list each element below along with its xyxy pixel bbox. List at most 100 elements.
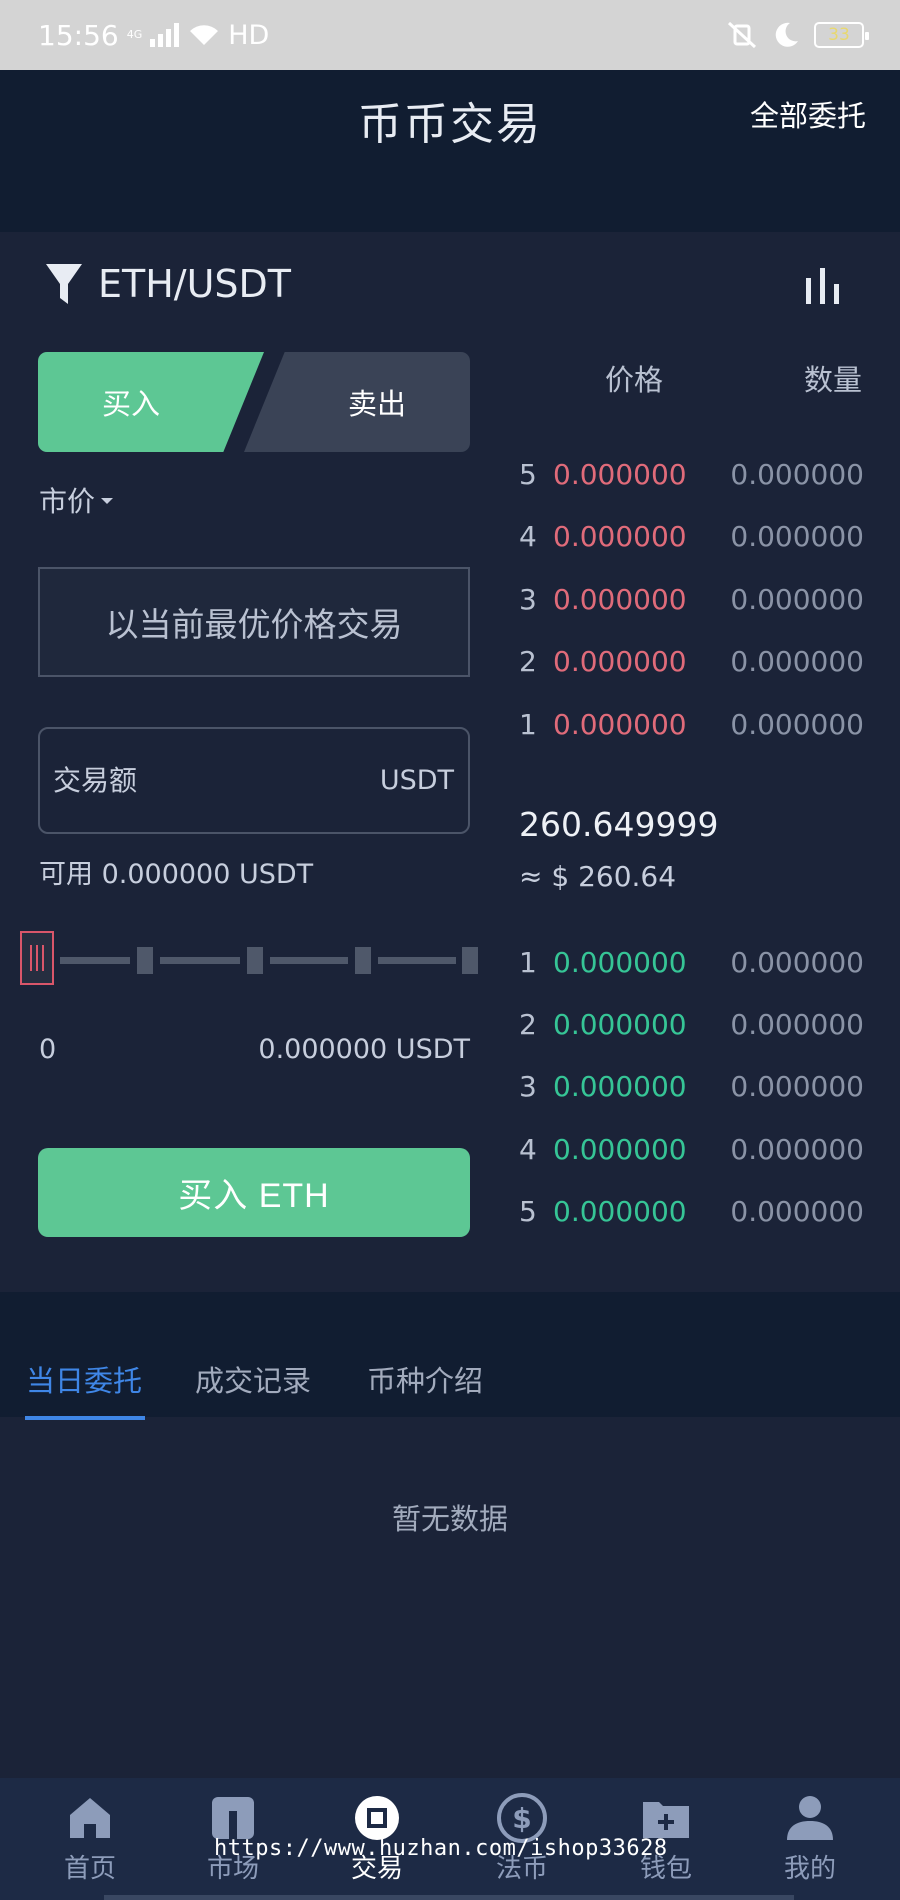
bid-row[interactable]: 2 0.000000 0.000000	[519, 1008, 864, 1048]
nav-me-label: 我的	[783, 1854, 836, 1884]
svg-text:$: $	[512, 1802, 531, 1835]
ask-level: 4	[519, 520, 537, 553]
slider-track	[60, 957, 130, 964]
wallet-icon	[643, 1802, 689, 1838]
ask-price: 0.000000	[553, 583, 687, 616]
home-indicator	[104, 1895, 794, 1900]
orderbook-price-header: 价格	[605, 363, 664, 397]
tab-today-orders[interactable]: 当日委托	[26, 1358, 142, 1400]
hd-label: HD	[228, 19, 270, 51]
bid-price: 0.000000	[553, 1133, 687, 1166]
status-time: 15:56	[38, 18, 119, 52]
ask-qty: 0.000000	[730, 583, 864, 616]
ask-qty: 0.000000	[730, 520, 864, 553]
buy-sell-toggle: 买入 卖出	[38, 352, 470, 452]
status-bar: 15:56 4G HD 33	[0, 0, 900, 70]
bid-qty: 0.000000	[730, 946, 864, 979]
watermark-text: https://www.huzhan.com/ishop33628	[214, 1836, 668, 1861]
slider-track	[378, 957, 456, 964]
slider-tick[interactable]	[355, 947, 371, 974]
slider-track	[270, 957, 348, 964]
orderbook-qty-header: 数量	[803, 363, 862, 397]
wifi-icon	[190, 25, 219, 45]
ask-level: 3	[519, 583, 537, 616]
all-orders-link[interactable]: 全部委托	[750, 93, 866, 135]
slider-tick[interactable]	[247, 947, 263, 974]
slider-track	[160, 957, 240, 964]
price-type-label: 市价	[39, 485, 96, 518]
status-right: 33	[726, 21, 869, 49]
caret-down-icon	[101, 498, 114, 504]
trade-amount-field[interactable]: USDT	[38, 727, 470, 834]
bid-qty: 0.000000	[730, 1195, 864, 1228]
ask-price: 0.000000	[553, 520, 687, 553]
slider-max-label: 0.000000 USDT	[258, 1034, 470, 1065]
nav-me[interactable]: 我的	[735, 1778, 885, 1900]
chart-icon[interactable]	[802, 266, 842, 306]
active-tab-indicator	[25, 1416, 145, 1420]
bid-price: 0.000000	[553, 946, 687, 979]
ask-qty: 0.000000	[730, 458, 864, 491]
trade-icon	[355, 1796, 399, 1840]
bid-level: 1	[519, 946, 537, 979]
user-icon	[787, 1796, 833, 1840]
network-label: 4G	[126, 28, 143, 41]
slider-tick[interactable]	[137, 947, 153, 974]
trade-amount-input[interactable]	[53, 764, 353, 797]
battery-level: 33	[828, 25, 850, 45]
bid-row[interactable]: 1 0.000000 0.000000	[519, 946, 864, 986]
bid-qty: 0.000000	[730, 1008, 864, 1041]
ask-price: 0.000000	[553, 708, 687, 741]
bid-level: 2	[519, 1008, 537, 1041]
buy-eth-button[interactable]: 买入 ETH	[38, 1148, 470, 1237]
market-icon	[212, 1797, 254, 1839]
ask-row[interactable]: 5 0.000000 0.000000	[519, 458, 864, 498]
amount-slider[interactable]	[16, 925, 478, 985]
moon-icon	[775, 22, 798, 47]
bid-level: 4	[519, 1133, 537, 1166]
ask-qty: 0.000000	[730, 708, 864, 741]
price-type-dropdown[interactable]: 市价	[39, 480, 114, 520]
available-balance: 可用 0.000000 USDT	[39, 859, 314, 890]
bid-qty: 0.000000	[730, 1070, 864, 1103]
ask-row[interactable]: 1 0.000000 0.000000	[519, 708, 864, 748]
pair-name: ETH/USDT	[98, 262, 292, 306]
ask-level: 1	[519, 708, 537, 741]
battery-icon: 33	[814, 22, 869, 48]
ask-price: 0.000000	[553, 458, 687, 491]
signal-icon	[150, 23, 180, 47]
ask-row[interactable]: 2 0.000000 0.000000	[519, 645, 864, 685]
nav-home-label: 首页	[63, 1854, 116, 1884]
bid-price: 0.000000	[553, 1008, 687, 1041]
home-icon	[70, 1798, 110, 1838]
tab-trade-history[interactable]: 成交记录	[195, 1358, 311, 1400]
empty-state: 暂无数据	[391, 1502, 508, 1536]
filter-icon	[46, 264, 82, 304]
slider-tick[interactable]	[462, 947, 478, 974]
bid-level: 5	[519, 1195, 537, 1228]
ask-price: 0.000000	[553, 645, 687, 678]
bid-row[interactable]: 3 0.000000 0.000000	[519, 1070, 864, 1110]
ask-level: 2	[519, 645, 537, 678]
bid-level: 3	[519, 1070, 537, 1103]
last-price-fiat: ≈ $ 260.64	[519, 860, 677, 893]
ask-row[interactable]: 3 0.000000 0.000000	[519, 583, 864, 623]
market-price-field: 以当前最优价格交易	[38, 567, 470, 677]
last-price: 260.649999	[519, 805, 719, 844]
slider-handle[interactable]	[20, 931, 54, 985]
bid-row[interactable]: 5 0.000000 0.000000	[519, 1195, 864, 1235]
sell-tab[interactable]: 卖出	[244, 352, 470, 452]
amount-unit: USDT	[379, 765, 454, 796]
buy-tab[interactable]: 买入	[38, 352, 264, 452]
ask-qty: 0.000000	[730, 645, 864, 678]
nav-home[interactable]: 首页	[15, 1778, 165, 1900]
status-left: 15:56 4G HD	[38, 19, 269, 52]
bid-qty: 0.000000	[730, 1133, 864, 1166]
bid-price: 0.000000	[553, 1195, 687, 1228]
bid-row[interactable]: 4 0.000000 0.000000	[519, 1133, 864, 1173]
ask-level: 5	[519, 458, 537, 491]
tab-coin-info[interactable]: 币种介绍	[367, 1358, 483, 1400]
pair-selector[interactable]: ETH/USDT	[44, 262, 291, 306]
ask-row[interactable]: 4 0.000000 0.000000	[519, 520, 864, 560]
slider-min-label: 0	[39, 1034, 57, 1065]
